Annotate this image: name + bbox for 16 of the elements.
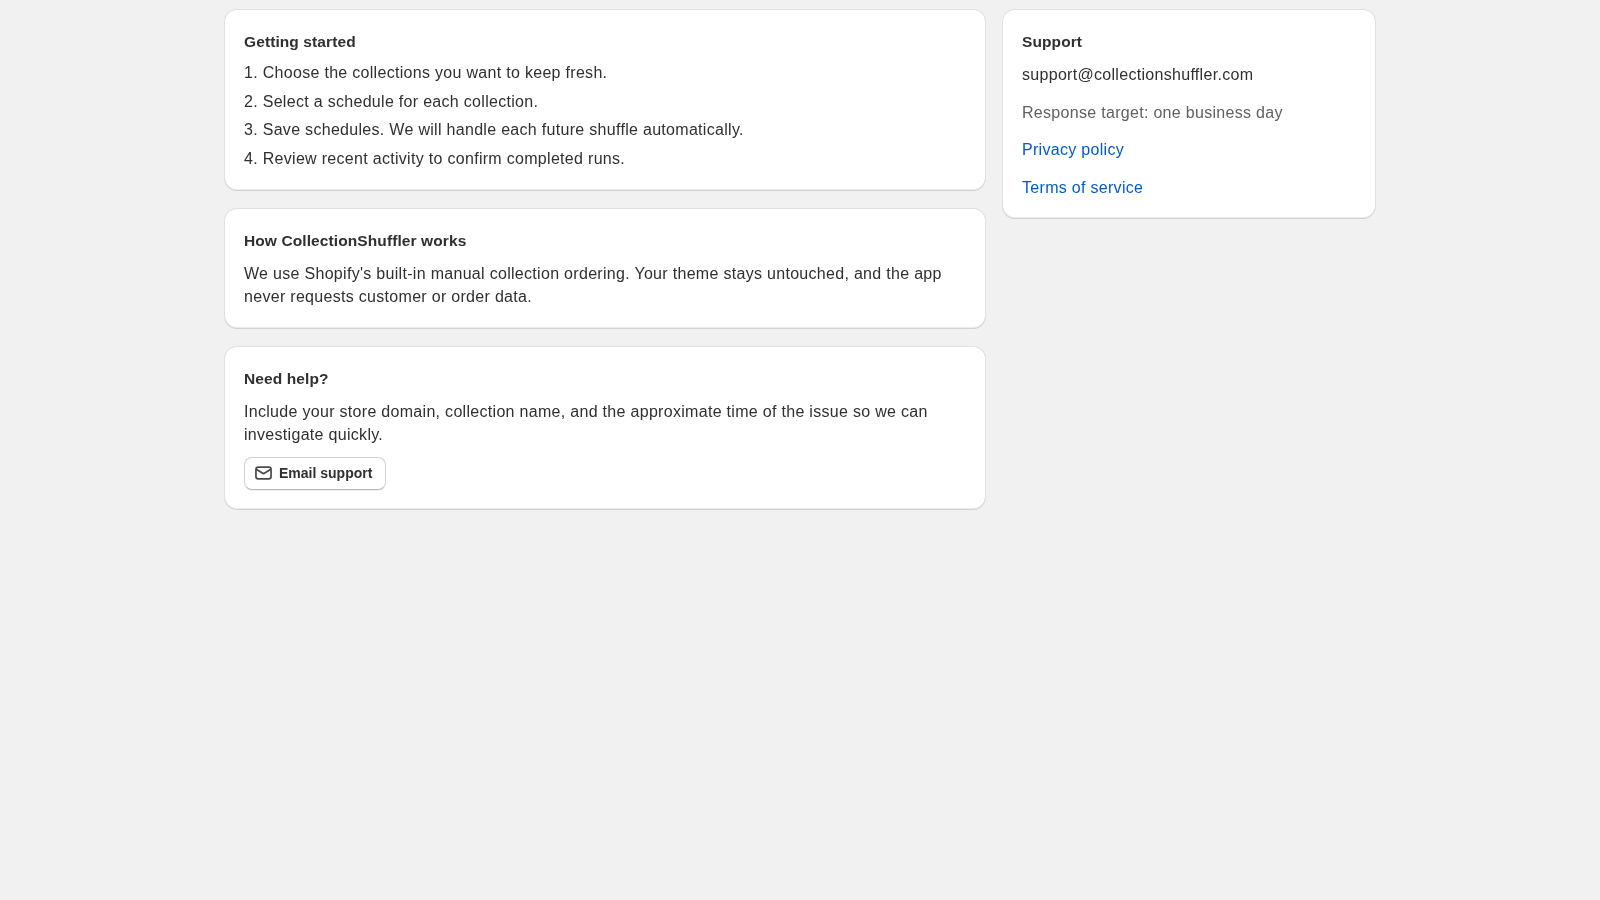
- step-text: 3. Save schedules. We will handle each future shuffle automatically.: [244, 120, 745, 141]
- card-text: We use Shopify's built-in manual collection ordering. Your theme stays untouched, and the app never requests customer or order data.: [244, 263, 943, 308]
- card-heading: Getting started: [244, 32, 357, 52]
- policy-link[interactable]: Terms of service: [1022, 178, 1144, 196]
- step-text: 4. Review recent activity to confirm completed runs.: [244, 148, 627, 169]
- card-text: Include your store domain, collection name, and the approximate time of the issue so we can investigate quickly.: [244, 401, 929, 446]
- envelope-icon: [255, 466, 272, 481]
- support-email: support@collectionshuffler.com: [1022, 65, 1255, 85]
- policy-link[interactable]: Privacy policy: [1022, 141, 1124, 158]
- step-text: 1. Choose the collections you want to keep fresh.: [244, 63, 609, 83]
- card-heading: How CollectionShuffler works: [244, 230, 468, 251]
- email-support-button[interactable]: Email support: [244, 456, 387, 490]
- step-text: 2. Select a schedule for each collection.: [244, 91, 540, 112]
- card-heading: Support: [1022, 32, 1084, 52]
- response-target-text: Response target: one business day: [1022, 102, 1284, 123]
- card-heading: Need help?: [244, 368, 330, 389]
